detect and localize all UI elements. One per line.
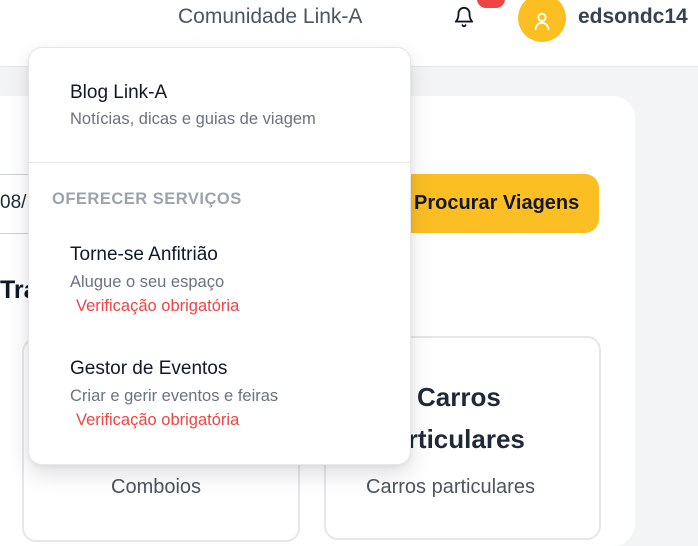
username-label[interactable]: edsondc14 [578, 5, 688, 29]
tile-subtitle: Comboios [111, 476, 202, 498]
tile-subtitle: Carros particulares [366, 476, 535, 498]
user-icon [531, 0, 553, 37]
verification-required-label: Verificação obrigatória [76, 297, 240, 315]
menu-item-event-manager[interactable]: Gestor de Eventos Criar e gerir eventos … [29, 342, 410, 442]
menu-divider [29, 162, 410, 163]
menu-item-title: Blog Link-A [70, 82, 168, 103]
user-avatar[interactable] [518, 0, 566, 42]
menu-item-blog[interactable]: Blog Link-A Notícias, dicas e guias de v… [29, 48, 410, 162]
menu-item-description: Notícias, dicas e guias de viagem [70, 110, 316, 128]
search-trips-button[interactable]: Procurar Viagens [380, 174, 599, 233]
bell-icon[interactable] [453, 6, 475, 28]
verification-required-label: Verificação obrigatória [76, 411, 240, 429]
menu-item-become-host[interactable]: Torne-se Anfitrião Alugue o seu espaço V… [29, 228, 410, 328]
user-dropdown-menu: Blog Link-A Notícias, dicas e guias de v… [28, 47, 411, 465]
menu-item-title: Gestor de Eventos [70, 358, 228, 379]
date-input-value: 08/ [0, 192, 27, 213]
community-link[interactable]: Comunidade Link-A [178, 5, 362, 29]
tile-title-line1: Carros [417, 382, 501, 412]
menu-item-description: Alugue o seu espaço [70, 273, 225, 291]
menu-section-label: OFERECER SERVIÇOS [52, 190, 242, 208]
menu-item-title: Torne-se Anfitrião [70, 244, 218, 265]
menu-item-description: Criar e gerir eventos e feiras [70, 387, 279, 405]
notification-badge [477, 0, 505, 8]
